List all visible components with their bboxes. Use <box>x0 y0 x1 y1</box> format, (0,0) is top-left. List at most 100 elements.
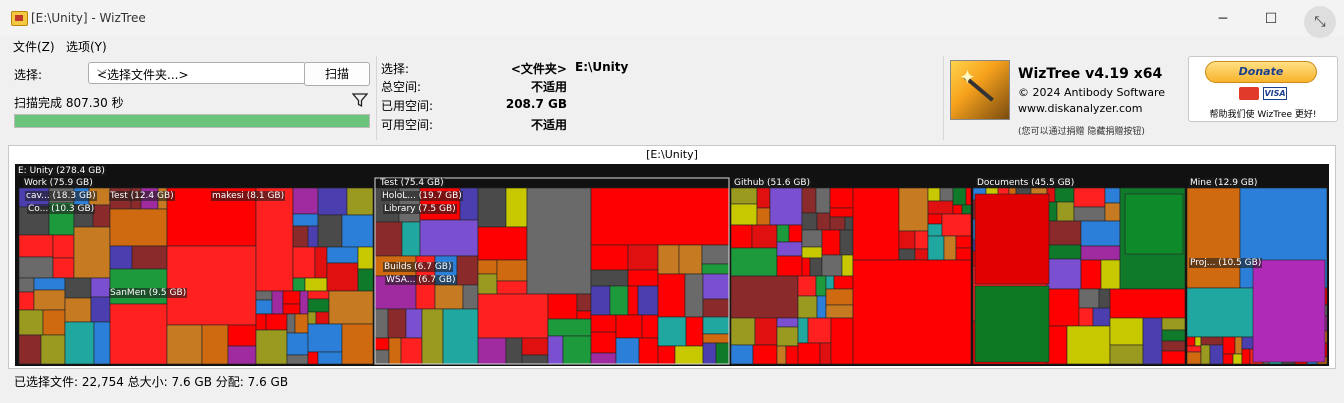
treemap-tile[interactable] <box>307 225 319 248</box>
treemap-tile[interactable] <box>1066 325 1111 365</box>
treemap-tile[interactable] <box>166 245 257 326</box>
maximize-button[interactable]: ☐ <box>1256 6 1286 32</box>
treemap-tile[interactable] <box>829 216 846 231</box>
treemap-tile[interactable] <box>939 187 954 202</box>
treemap-tile[interactable] <box>730 317 756 346</box>
treemap-tile[interactable] <box>754 317 778 346</box>
treemap-tile[interactable] <box>914 230 929 250</box>
treemap-tile[interactable] <box>730 275 799 319</box>
treemap-tile[interactable] <box>271 290 284 315</box>
treemap-tile[interactable] <box>317 187 348 216</box>
treemap-tile[interactable] <box>255 187 294 292</box>
treemap-tile[interactable] <box>477 273 498 295</box>
treemap-tile[interactable] <box>1046 288 1080 327</box>
treemap-tile[interactable] <box>730 203 758 226</box>
treemap-tile[interactable] <box>974 285 1050 363</box>
treemap-tile[interactable] <box>638 337 659 365</box>
treemap-tile[interactable] <box>326 262 359 292</box>
treemap-tile[interactable] <box>562 335 592 365</box>
treemap-tile[interactable] <box>852 259 972 365</box>
treemap-tile[interactable] <box>1030 187 1048 195</box>
treemap-tile[interactable] <box>730 344 754 365</box>
folder-select[interactable]: <选择文件夹...> ﹀ <box>88 62 306 84</box>
treemap-tile[interactable] <box>730 187 758 205</box>
treemap-tile[interactable] <box>615 337 640 365</box>
treemap-tile[interactable] <box>521 337 549 356</box>
treemap-tile[interactable] <box>752 344 778 365</box>
treemap-tile[interactable] <box>317 351 343 365</box>
treemap-tile[interactable] <box>64 321 95 365</box>
treemap-tile[interactable] <box>341 323 374 365</box>
treemap[interactable]: E: Unity (278.4 GB) Work (75.9 GB) cav..… <box>15 164 1329 366</box>
brand-site-link[interactable]: www.diskanalyzer.com <box>1018 102 1143 115</box>
treemap-tile[interactable] <box>829 187 854 209</box>
treemap-tile[interactable] <box>927 187 941 202</box>
treemap-tile[interactable] <box>387 308 407 339</box>
treemap-tile[interactable] <box>816 212 831 231</box>
treemap-tile[interactable] <box>64 277 92 299</box>
treemap-tile[interactable] <box>265 313 288 331</box>
treemap-tile[interactable] <box>701 263 730 275</box>
treemap-tile[interactable] <box>776 241 803 257</box>
treemap-tile[interactable] <box>1109 317 1144 346</box>
treemap-tile[interactable] <box>657 316 687 347</box>
treemap-tile[interactable] <box>609 285 629 316</box>
treemap-tile[interactable] <box>914 248 929 261</box>
treemap-tile[interactable] <box>307 323 343 353</box>
treemap-tile[interactable] <box>462 284 479 310</box>
treemap-tile[interactable] <box>477 293 549 339</box>
treemap-tile[interactable] <box>1222 353 1234 365</box>
treemap-tile[interactable] <box>702 342 717 365</box>
treemap-tile[interactable] <box>684 273 704 318</box>
treemap-tile[interactable] <box>756 187 771 209</box>
treemap-tile[interactable] <box>627 269 659 287</box>
treemap-tile[interactable] <box>456 255 479 286</box>
treemap-tile[interactable] <box>1161 317 1186 331</box>
treemap-tile[interactable] <box>307 290 330 300</box>
treemap-tile[interactable] <box>825 304 854 319</box>
treemap-tile[interactable] <box>898 248 916 261</box>
treemap-tile[interactable] <box>641 314 659 339</box>
treemap-tile[interactable] <box>299 290 309 315</box>
treemap-tile[interactable] <box>898 187 929 232</box>
treemap-tile[interactable] <box>809 257 823 277</box>
filter-icon[interactable] <box>352 92 368 108</box>
treemap-tile[interactable] <box>674 345 704 365</box>
treemap-tile[interactable] <box>965 187 972 206</box>
treemap-tile[interactable] <box>1124 193 1184 255</box>
treemap-tile[interactable] <box>702 333 730 344</box>
treemap-tile[interactable] <box>18 277 35 293</box>
treemap-tile[interactable] <box>326 246 359 264</box>
treemap-tile[interactable] <box>1161 350 1186 365</box>
treemap-tile[interactable] <box>801 212 818 231</box>
treemap-tile[interactable] <box>93 321 111 365</box>
treemap-tile[interactable] <box>776 345 787 365</box>
treemap-tile[interactable] <box>1209 344 1224 365</box>
treemap-tile[interactable] <box>961 204 972 215</box>
treemap-tile[interactable] <box>801 246 823 259</box>
treemap-tile[interactable] <box>304 277 328 292</box>
treemap-tile[interactable] <box>952 204 963 215</box>
treemap-tile[interactable] <box>1200 344 1211 365</box>
treemap-tile[interactable] <box>1234 336 1243 355</box>
treemap-tile[interactable] <box>357 268 374 292</box>
scan-button[interactable]: 扫描 <box>304 62 370 86</box>
treemap-tile[interactable] <box>1222 336 1236 355</box>
treemap-tile[interactable] <box>815 275 827 297</box>
treemap-tile[interactable] <box>927 213 943 225</box>
treemap-tile[interactable] <box>374 337 390 351</box>
treemap-tile[interactable] <box>1080 220 1121 247</box>
treemap-tile[interactable] <box>227 345 257 365</box>
treemap-tile[interactable] <box>898 230 916 250</box>
treemap-tile[interactable] <box>797 317 809 344</box>
treemap-tile[interactable] <box>1252 259 1326 363</box>
treemap-tile[interactable] <box>52 257 75 279</box>
treemap-tile[interactable] <box>1046 244 1082 260</box>
treemap-tile[interactable] <box>797 342 821 365</box>
treemap-tile[interactable] <box>615 314 643 339</box>
treemap-tile[interactable] <box>576 293 592 312</box>
treemap-tile[interactable] <box>18 256 54 279</box>
treemap-tile[interactable] <box>702 298 730 318</box>
menu-file[interactable]: 文件(Z) <box>13 38 55 55</box>
treemap-tile[interactable] <box>1080 245 1121 261</box>
